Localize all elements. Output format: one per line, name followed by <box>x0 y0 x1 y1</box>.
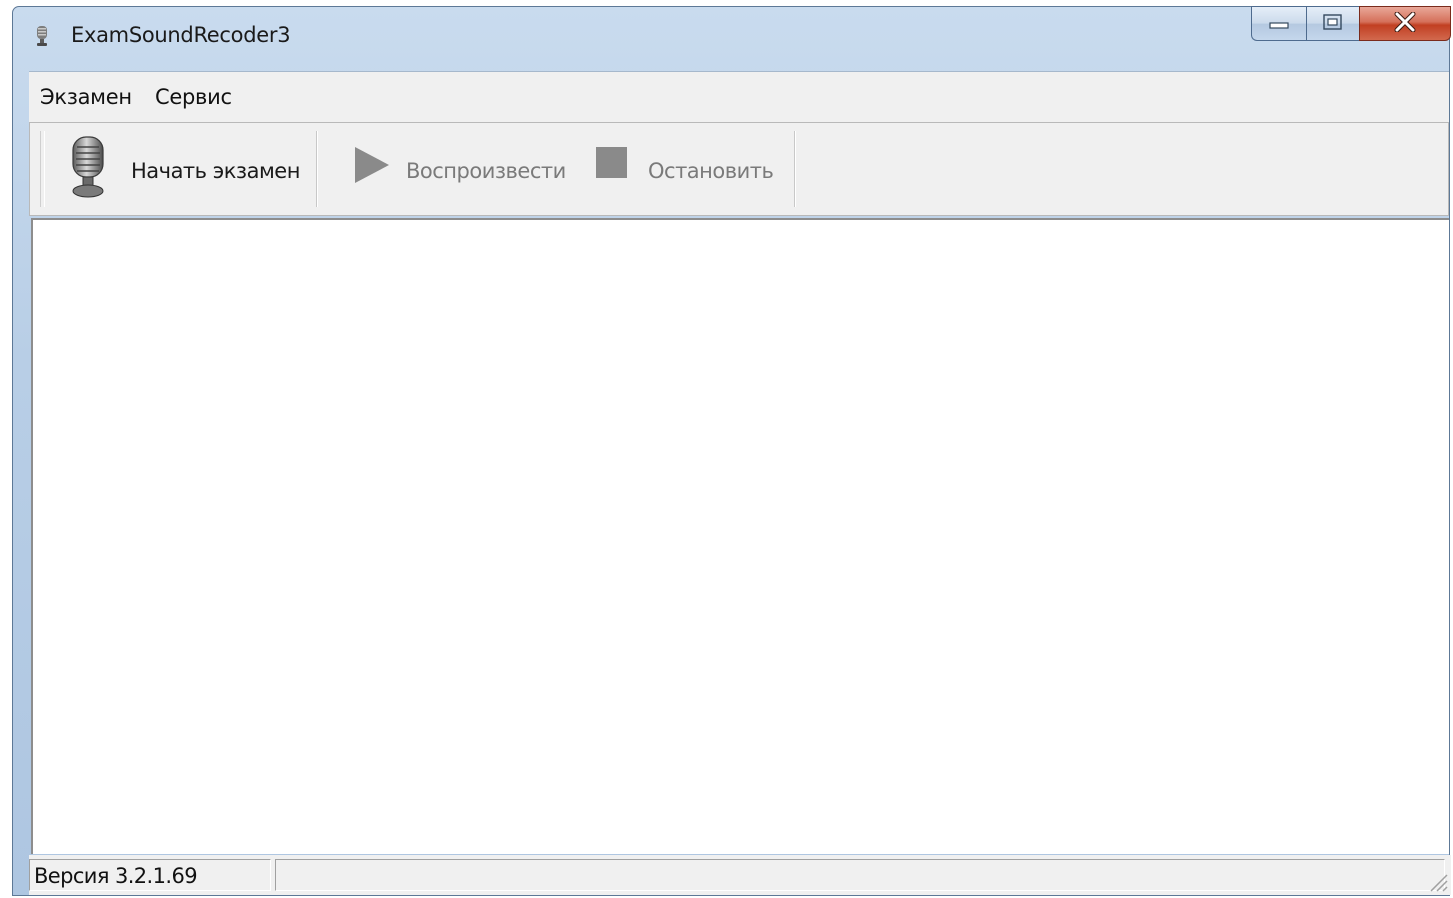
minimize-icon <box>1268 14 1290 33</box>
menu-service[interactable]: Сервис <box>155 85 232 109</box>
window-title: ExamSoundRecoder3 <box>71 23 291 47</box>
resize-grip-icon[interactable] <box>1427 871 1449 893</box>
toolbar: Начать экзамен Воспроизвести Остановить <box>29 122 1449 216</box>
content-area[interactable] <box>31 218 1449 854</box>
close-button[interactable] <box>1359 6 1451 41</box>
stop-label: Остановить <box>648 159 774 183</box>
microphone-icon[interactable] <box>35 26 49 46</box>
title-bar[interactable]: ExamSoundRecoder3 <box>13 6 1451 59</box>
toolbar-separator <box>316 131 318 207</box>
menu-bar: Экзамен Сервис <box>29 71 1449 122</box>
toolbar-grip[interactable] <box>40 131 45 207</box>
menu-exam[interactable]: Экзамен <box>40 85 132 109</box>
close-icon <box>1393 11 1417 36</box>
status-panel-version: Версия 3.2.1.69 <box>29 859 271 891</box>
minimize-button[interactable] <box>1251 6 1306 41</box>
start-exam-label: Начать экзамен <box>131 159 300 183</box>
caption-buttons <box>1251 6 1451 42</box>
version-text: Версия 3.2.1.69 <box>34 864 198 888</box>
restore-icon <box>1322 13 1344 35</box>
status-bar: Версия 3.2.1.69 <box>29 855 1451 895</box>
app-window: ExamSoundRecoder3 Экзамен Сервис Начать … <box>12 6 1451 896</box>
start-exam-button[interactable]: Начать экзамен <box>52 131 302 207</box>
play-label: Воспроизвести <box>406 159 566 183</box>
microphone-icon <box>66 135 110 203</box>
stop-button[interactable]: Остановить <box>578 131 788 207</box>
play-icon <box>352 145 392 189</box>
toolbar-separator <box>794 131 796 207</box>
play-button[interactable]: Воспроизвести <box>330 131 568 207</box>
stop-icon <box>596 147 628 183</box>
restore-button[interactable] <box>1306 6 1359 41</box>
status-panel-message <box>275 859 1445 891</box>
